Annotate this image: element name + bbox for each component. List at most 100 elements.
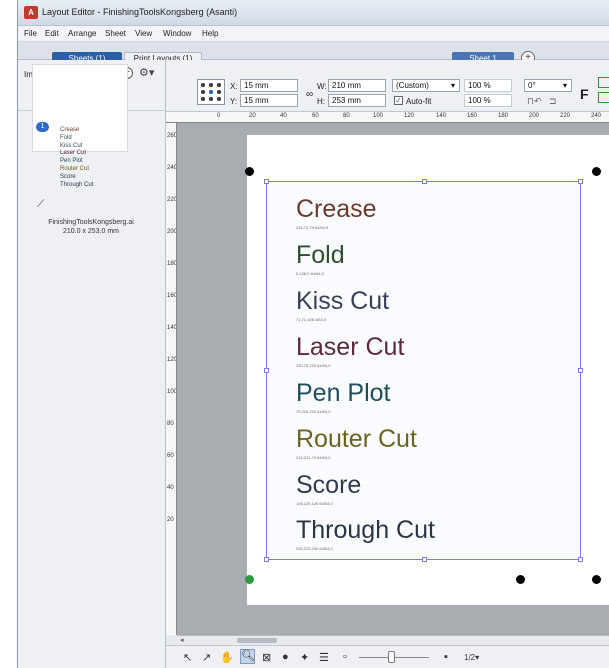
app-logo-icon: A — [24, 6, 38, 19]
rotation-select[interactable]: 0° ▾ — [524, 79, 572, 92]
resize-handle[interactable] — [264, 557, 269, 562]
thumbnail-content: Crease Fold Kiss Cut Laser Cut Pen Plot … — [60, 127, 93, 189]
ruler-label: 240 — [167, 165, 177, 171]
link-proportions-icon[interactable]: ∞ — [306, 89, 313, 100]
thumb-item: Through Cut — [60, 181, 94, 188]
select-tool-icon[interactable]: ↖ — [183, 651, 192, 664]
ruler-label: 220 — [560, 113, 571, 119]
scale-y-field[interactable]: 100 % — [464, 94, 512, 107]
ruler-label: 120 — [404, 113, 415, 119]
flip-vertical-icon[interactable]: ⊐ — [549, 96, 557, 107]
menu-sheet[interactable]: Sheet — [105, 29, 126, 38]
image-file-info: FinishingToolsKongsberg.ai 210.0 x 253.0… — [26, 218, 156, 236]
art-sub-fold: 0,138,0 64/64,0 — [296, 271, 324, 276]
registration-mark — [592, 575, 601, 584]
zoom-slider-thumb[interactable] — [388, 651, 395, 663]
fit-content-icon[interactable] — [598, 92, 609, 103]
horizontal-ruler: 0 20 40 60 80 100 120 140 160 180 200 22… — [166, 112, 609, 123]
resize-handle[interactable] — [422, 557, 427, 562]
flip-horizontal-icon[interactable]: ⊓↶ — [527, 96, 542, 107]
resize-handle[interactable] — [264, 179, 269, 184]
reference-point-selector[interactable] — [197, 79, 225, 105]
x-label: X: — [230, 82, 238, 91]
y-field[interactable]: 15 mm — [240, 94, 298, 107]
size-preset-value: (Custom) — [396, 81, 429, 90]
art-sub-kiss-cut: 71,71,158 4/64,0 — [296, 317, 327, 322]
flip-label[interactable]: F — [580, 86, 589, 102]
height-field[interactable]: 253 mm — [328, 94, 386, 107]
fit-frame-icon[interactable] — [598, 77, 609, 88]
menu-edit[interactable]: Edit — [45, 29, 59, 38]
x-field[interactable]: 15 mm — [240, 79, 298, 92]
resize-handle[interactable] — [264, 368, 269, 373]
placed-image[interactable]: Crease 216,72,79 64/64,0 Fold 0,138,0 64… — [264, 179, 583, 562]
resize-handle[interactable] — [422, 179, 427, 184]
ruler-label: 80 — [343, 113, 350, 119]
ruler-label: 140 — [167, 325, 177, 331]
rotation-value: 0° — [528, 81, 536, 90]
zoom-out-icon[interactable]: ▫ — [343, 651, 347, 663]
art-label-pen-plot: Pen Plot — [296, 379, 391, 407]
menu-help[interactable]: Help — [202, 29, 218, 38]
art-sub-pen-plot: 79,220,220 64/64,0 — [296, 409, 331, 414]
resize-handle[interactable] — [578, 557, 583, 562]
pin-tool-icon[interactable]: ✦ — [300, 651, 309, 664]
horizontal-scrollbar[interactable]: ◂ — [177, 635, 609, 645]
autofit-checkbox[interactable]: ✓ — [394, 96, 403, 105]
art-label-laser-cut: Laser Cut — [296, 333, 405, 361]
ruler-label: 160 — [467, 113, 478, 119]
property-toolbar: X: 15 mm Y: 15 mm ∞ W: 210 mm H: 253 mm … — [166, 60, 609, 112]
scroll-left-icon[interactable]: ◂ — [180, 636, 184, 644]
resize-handle[interactable] — [578, 179, 583, 184]
art-label-score: Score — [296, 471, 362, 499]
ruler-label: 180 — [498, 113, 509, 119]
width-field[interactable]: 210 mm — [328, 79, 386, 92]
chevron-down-icon: ▾ — [562, 81, 567, 90]
ruler-label: 140 — [436, 113, 447, 119]
menu-view[interactable]: View — [135, 29, 152, 38]
scrollbar-thumb[interactable] — [237, 638, 277, 643]
zoom-tool-icon[interactable]: 🔍︎ — [240, 649, 255, 664]
placement-tool-icon: ⟋ — [37, 199, 44, 210]
w-label: W: — [317, 82, 327, 91]
ruler-label: 160 — [167, 293, 177, 299]
zoom-level-select[interactable]: 1/2▾ — [464, 653, 479, 662]
thumb-item: Score — [60, 173, 76, 180]
gear-icon[interactable]: ⚙▾ — [139, 66, 154, 79]
autofit-label: Auto-fit — [406, 97, 432, 106]
ruler-label: 20 — [167, 517, 174, 523]
thumb-item: Kiss Cut — [60, 142, 83, 149]
zoom-in-icon[interactable]: ▪ — [444, 651, 448, 663]
art-label-fold: Fold — [296, 241, 345, 269]
art-sub-crease: 216,72,79 64/64,0 — [296, 225, 329, 230]
art-label-router-cut: Router Cut — [296, 425, 417, 453]
bottom-toolbar: ↖ ↗ ✋ 🔍︎ ⊠ ● ✦ ☰ ▫ ▪ 1/2▾ — [166, 645, 609, 668]
align-tool-icon[interactable]: ☰ — [319, 651, 329, 664]
layout-canvas[interactable]: Crease 216,72,79 64/64,0 Fold 0,138,0 64… — [177, 123, 609, 635]
art-sub-score: 126,126,126 64/64,0 — [296, 501, 333, 506]
application-window: A Layout Editor - FinishingToolsKongsber… — [17, 0, 609, 668]
art-label-crease: Crease — [296, 195, 377, 223]
direct-select-tool-icon[interactable]: ↗ — [202, 651, 211, 664]
menu-arrange[interactable]: Arrange — [68, 29, 96, 38]
scale-x-field[interactable]: 100 % — [464, 79, 512, 92]
registration-mark — [516, 575, 525, 584]
menu-window[interactable]: Window — [163, 29, 191, 38]
ruler-label: 200 — [167, 229, 177, 235]
resize-handle[interactable] — [578, 368, 583, 373]
thumb-item: Laser Cut — [60, 150, 87, 157]
drop-tool-icon[interactable]: ● — [282, 651, 289, 663]
ruler-label: 100 — [373, 113, 384, 119]
y-label: Y: — [230, 97, 238, 106]
ruler-label: 60 — [312, 113, 319, 119]
size-preset-select[interactable]: (Custom) ▾ — [392, 79, 460, 92]
thumb-item: Fold — [60, 134, 72, 141]
thumb-item: Router Cut — [60, 165, 90, 172]
ruler-label: 60 — [167, 453, 174, 459]
image-frame-icon[interactable]: ⊠ — [262, 651, 271, 664]
window-title: Layout Editor - FinishingToolsKongsberg … — [42, 7, 238, 17]
thumb-item: Pen Plot — [60, 158, 83, 165]
menu-file[interactable]: File — [24, 29, 37, 38]
ruler-label: 80 — [167, 421, 174, 427]
hand-tool-icon[interactable]: ✋ — [220, 651, 234, 664]
